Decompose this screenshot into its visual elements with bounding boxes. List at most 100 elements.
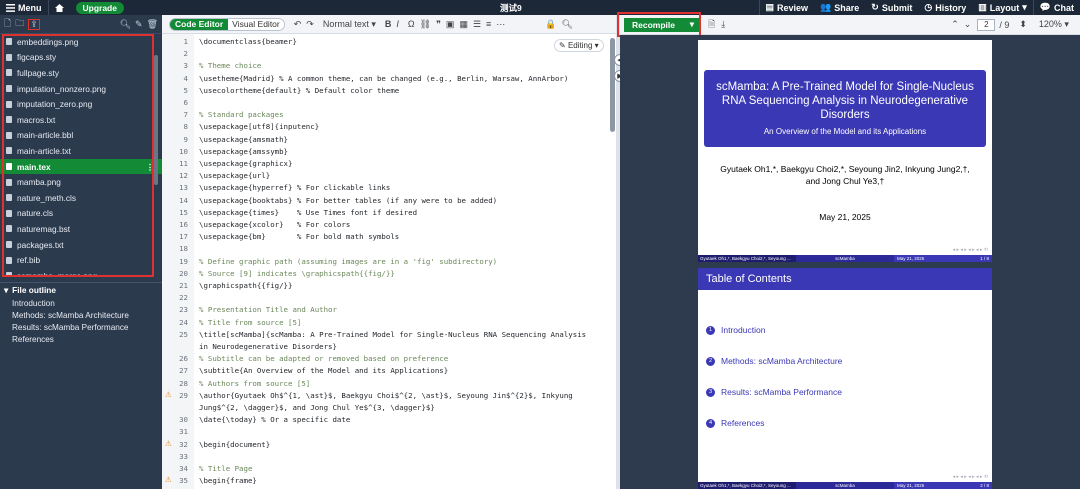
file-item[interactable]: ref.bib — [0, 252, 162, 268]
undo-icon[interactable]: ↶ — [294, 19, 302, 30]
code-line[interactable]: \usepackage{amsmath} — [199, 135, 288, 144]
layout-button[interactable]: ▥ Layout ▾ — [972, 0, 1033, 15]
code-line[interactable]: % Theme choice — [199, 61, 261, 70]
warning-icon[interactable]: ⚠ — [165, 439, 172, 448]
file-item[interactable]: figcaps.sty — [0, 50, 162, 66]
code-line[interactable]: \usepackage{times} % Use Times font if d… — [199, 208, 417, 217]
file-outline-header[interactable]: ▾ File outline — [0, 283, 162, 297]
lock-icon[interactable]: 🔒 — [545, 19, 556, 30]
zoom-select[interactable]: 120% ▾ — [1039, 19, 1069, 30]
code-line[interactable]: % Standard packages — [199, 110, 284, 119]
project-title[interactable]: 测试9 — [500, 0, 522, 15]
share-button[interactable]: 👥 Share — [814, 0, 865, 15]
code-line[interactable]: \usepackage{xcolor} % For colors — [199, 220, 350, 229]
outline-item[interactable]: Methods: scMamba Architecture — [0, 309, 162, 321]
file-menu-icon[interactable]: ⋮ — [146, 162, 154, 172]
chat-button[interactable]: 💬 Chat — [1034, 0, 1080, 15]
toc-item[interactable]: 4 References — [706, 418, 764, 428]
code-line[interactable]: Jung$^{2, \dagger}$, and Jong Chul Ye$^{… — [199, 403, 435, 412]
next-page-icon[interactable]: ⌄ — [964, 19, 972, 30]
code-line[interactable]: \graphicspath{{fig/}} — [199, 281, 292, 290]
file-item[interactable]: main-article.bbl — [0, 128, 162, 144]
code-line[interactable]: \usepackage{hyperref} % For clickable li… — [199, 183, 390, 192]
code-editor[interactable]: 1 2 3 4 5 6 7 8 9 10 11 12 13 14 15 16 17 18 19 20 21 22 23 24 2… — [162, 34, 616, 489]
editor-scrollbar[interactable] — [610, 38, 615, 132]
more-icon[interactable]: ⋯ — [496, 19, 505, 30]
code-line[interactable]: \usetheme{Madrid} % A common theme, can … — [199, 74, 568, 83]
code-line[interactable]: \usepackage{booktabs} % For better table… — [199, 196, 497, 205]
redo-icon[interactable]: ↷ — [306, 19, 314, 30]
file-item[interactable]: naturemag.bst — [0, 221, 162, 237]
previous-page-icon[interactable]: ⌃ — [951, 19, 959, 30]
code-line[interactable]: \begin{frame} — [199, 476, 257, 485]
bold-icon[interactable]: B — [385, 19, 392, 29]
code-line[interactable]: \usepackage{graphicx} — [199, 159, 292, 168]
code-line[interactable]: in Neurodegenerative Disorders} — [199, 342, 337, 351]
table-icon[interactable]: ▦ — [459, 19, 468, 30]
new-folder-icon[interactable]: 🗀 — [15, 16, 24, 32]
file-item[interactable]: mamba.png — [0, 174, 162, 190]
code-line[interactable]: \documentclass{beamer} — [199, 37, 297, 46]
history-button[interactable]: ◷ History — [918, 0, 972, 15]
editing-mode-select[interactable]: ✎ Editing ▾ — [554, 39, 604, 52]
file-item[interactable]: embeddings.png — [0, 34, 162, 50]
home-button[interactable] — [49, 0, 70, 15]
file-item[interactable]: imputation_zero.png — [0, 96, 162, 112]
pdf-viewer[interactable]: scMamba: A Pre-Trained Model for Single-… — [620, 35, 1080, 489]
file-item[interactable]: macros.txt — [0, 112, 162, 128]
code-line[interactable]: \usepackage{url} — [199, 171, 270, 180]
italic-icon[interactable]: I — [396, 19, 399, 29]
list-icon[interactable]: ☰ — [473, 19, 481, 30]
code-line[interactable]: % Title from source [5] — [199, 318, 301, 327]
toc-item[interactable]: 1 Introduction — [706, 325, 765, 335]
code-line[interactable]: \usepackage{bm} % For bold math symbols — [199, 232, 399, 241]
cite-icon[interactable]: ❞ — [436, 19, 441, 30]
file-item[interactable]: imputation_nonzero.png — [0, 81, 162, 97]
file-item[interactable]: main-article.txt — [0, 143, 162, 159]
code-line[interactable]: % Subtitle can be adapted or removed bas… — [199, 354, 448, 363]
code-line[interactable]: \begin{document} — [199, 440, 270, 449]
code-line[interactable]: \author{Gyutaek Oh$^{1, \ast}$, Baekgyu … — [199, 391, 573, 400]
submit-button[interactable]: ↻ Submit — [865, 0, 918, 15]
code-line[interactable]: % Source [9] indicates \graphicspath{{fi… — [199, 269, 395, 278]
code-line[interactable]: % Presentation Title and Author — [199, 305, 337, 314]
outline-item[interactable]: References — [0, 334, 162, 346]
search-icon[interactable]: 🔍︎ — [120, 19, 131, 30]
figure-icon[interactable]: ▣ — [446, 19, 455, 30]
outline-item[interactable]: Results: scMamba Performance — [0, 321, 162, 333]
page-number-input[interactable]: 2 — [977, 18, 996, 31]
code-line[interactable]: \usepackage[utf8]{inputenc} — [199, 122, 319, 131]
file-item[interactable]: scmamba_merge.png — [0, 268, 162, 277]
file-item[interactable]: fullpage.sty — [0, 65, 162, 81]
numbered-list-icon[interactable]: ≡ — [486, 19, 491, 29]
warning-icon[interactable]: ⚠ — [165, 475, 172, 484]
link-icon[interactable]: ⛓ — [420, 19, 431, 30]
fit-page-icon[interactable]: ⬍ — [1019, 19, 1027, 30]
code-line[interactable]: % Define graphic path (assuming images a… — [199, 257, 497, 266]
file-item[interactable]: main.tex ⋮ — [0, 158, 162, 175]
file-list-scrollbar[interactable] — [154, 55, 158, 185]
code-line[interactable]: \usepackage{amssymb} — [199, 147, 288, 156]
delete-icon[interactable]: 🗑 — [147, 19, 158, 30]
new-file-icon[interactable]: 🗋 — [4, 16, 11, 32]
code-line[interactable]: % Authors from source [5] — [199, 379, 310, 388]
menu-button[interactable]: Menu — [0, 0, 48, 15]
upgrade-button[interactable]: Upgrade — [75, 1, 124, 14]
review-button[interactable]: ▤ Review — [760, 0, 815, 15]
code-line[interactable]: \date{\today} % Or a specific date — [199, 415, 350, 424]
code-line[interactable]: \usecolortheme{default} % Default color … — [199, 86, 399, 95]
upload-icon[interactable]: ⇪ — [28, 18, 40, 30]
file-item[interactable]: nature.cls — [0, 206, 162, 222]
file-item[interactable]: nature_meth.cls — [0, 190, 162, 206]
log-icon[interactable]: 🗎 — [708, 17, 715, 33]
search-icon[interactable]: 🔍︎ — [562, 19, 573, 30]
file-item[interactable]: packages.txt — [0, 237, 162, 253]
style-select[interactable]: Normal text ▾ — [323, 19, 376, 30]
toc-item[interactable]: 2 Methods: scMamba Architecture — [706, 356, 842, 366]
code-line[interactable]: % Title Page — [199, 464, 252, 473]
edit-icon[interactable]: ✎ — [135, 19, 143, 30]
outline-item[interactable]: Introduction — [0, 297, 162, 309]
section-icon[interactable]: Ω — [408, 19, 415, 29]
code-editor-tab[interactable]: Code Editor — [170, 18, 229, 30]
code-line[interactable]: \subtitle{An Overview of the Model and i… — [199, 366, 448, 375]
